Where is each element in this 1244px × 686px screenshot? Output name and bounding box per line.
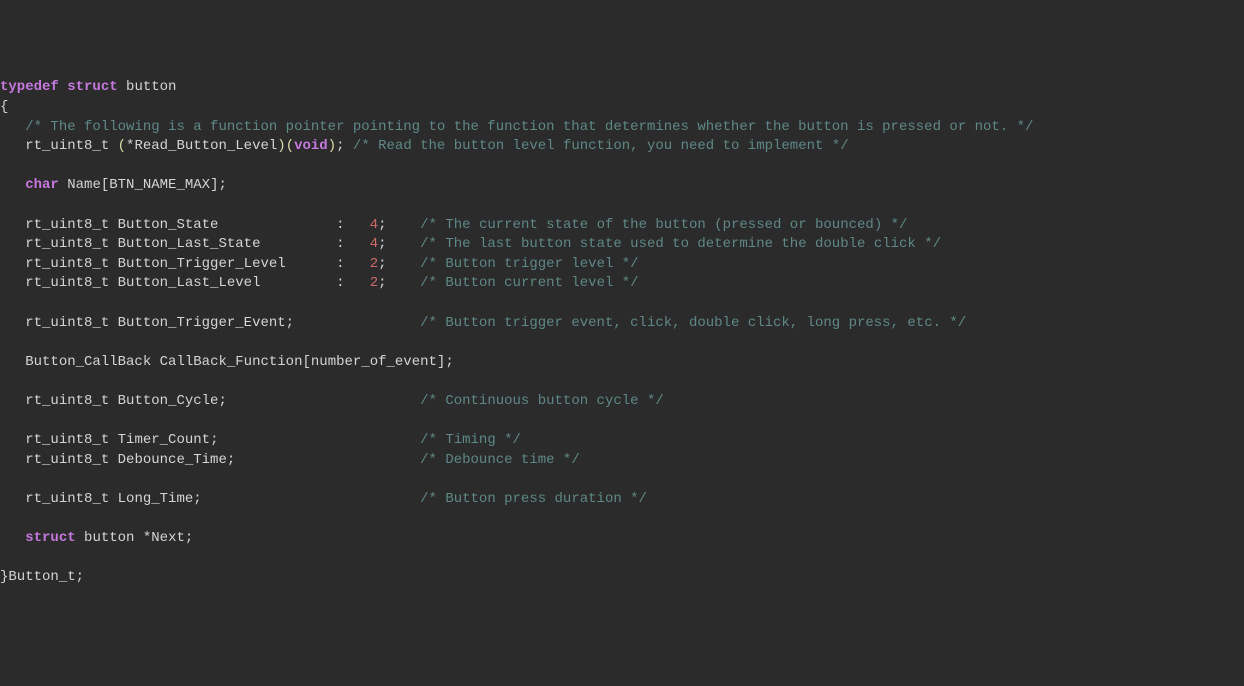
type: rt_uint8_t — [25, 315, 109, 331]
semicolon: ; — [378, 236, 386, 252]
code-editor[interactable]: typedef struct button { /* The following… — [0, 78, 1244, 587]
code-line-11: rt_uint8_t Button_Last_Level : 2; /* But… — [0, 275, 639, 291]
code-line-4: rt_uint8_t (*Read_Button_Level)(void); /… — [0, 138, 849, 154]
number: 4 — [370, 236, 378, 252]
var-name: Timer_Count — [118, 432, 210, 448]
code-line-22: rt_uint8_t Long_Time; /* Button press du… — [0, 491, 647, 507]
keyword-struct: struct — [67, 79, 117, 95]
semicolon: ; — [336, 138, 344, 154]
brace-open: { — [0, 99, 8, 115]
type: rt_uint8_t — [25, 491, 109, 507]
code-line-13: rt_uint8_t Button_Trigger_Event; /* Butt… — [0, 315, 966, 331]
paren: ( — [118, 138, 126, 154]
var-name: Next — [151, 530, 185, 546]
type: rt_uint8_t — [25, 432, 109, 448]
type: rt_uint8_t — [25, 275, 109, 291]
comment: /* The last button state used to determi… — [420, 236, 941, 252]
code-line-17: rt_uint8_t Button_Cycle; /* Continuous b… — [0, 393, 664, 409]
colon: : — [336, 256, 344, 272]
code-line-8: rt_uint8_t Button_State : 4; /* The curr… — [0, 217, 907, 233]
code-line-24: struct button *Next; — [0, 530, 193, 546]
bracket: [ — [101, 177, 109, 193]
code-line-9: rt_uint8_t Button_Last_State : 4; /* The… — [0, 236, 941, 252]
code-line-15: Button_CallBack CallBack_Function[number… — [0, 354, 454, 370]
code-line-1: typedef struct button — [0, 79, 176, 95]
code-line-20: rt_uint8_t Debounce_Time; /* Debounce ti… — [0, 452, 580, 468]
code-line-10: rt_uint8_t Button_Trigger_Level : 2; /* … — [0, 256, 639, 272]
comment: /* Button trigger level */ — [420, 256, 638, 272]
colon: : — [336, 236, 344, 252]
semicolon: ; — [193, 491, 201, 507]
var-name: Button_Trigger_Event — [118, 315, 286, 331]
type: button — [84, 530, 134, 546]
type: rt_uint8_t — [25, 393, 109, 409]
var-name: Button_Last_State — [118, 236, 261, 252]
func-pointer-name: Read_Button_Level — [134, 138, 277, 154]
keyword-char: char — [25, 177, 59, 193]
type: rt_uint8_t — [25, 236, 109, 252]
bracket: [ — [302, 354, 310, 370]
macro: number_of_event — [311, 354, 437, 370]
var-name: CallBack_Function — [160, 354, 303, 370]
comment: /* Button press duration */ — [420, 491, 647, 507]
var-name: Button_Last_Level — [118, 275, 261, 291]
struct-name: button — [126, 79, 176, 95]
var-name: Button_Trigger_Level — [118, 256, 286, 272]
code-line-3: /* The following is a function pointer p… — [0, 119, 1033, 135]
code-line-19: rt_uint8_t Timer_Count; /* Timing */ — [0, 432, 521, 448]
keyword-void: void — [294, 138, 328, 154]
paren: ) — [328, 138, 336, 154]
code-line-26: }Button_t; — [0, 569, 84, 585]
semicolon: ; — [210, 432, 218, 448]
number: 2 — [370, 256, 378, 272]
semicolon: ; — [378, 217, 386, 233]
comment: /* Timing */ — [420, 432, 521, 448]
semicolon: ; — [445, 354, 453, 370]
keyword-struct: struct — [25, 530, 75, 546]
type: rt_uint8_t — [25, 452, 109, 468]
semicolon: ; — [185, 530, 193, 546]
comment: /* Button trigger event, click, double c… — [420, 315, 966, 331]
comment: /* Button current level */ — [420, 275, 638, 291]
colon: : — [336, 217, 344, 233]
comment: /* Continuous button cycle */ — [420, 393, 664, 409]
type: rt_uint8_t — [25, 217, 109, 233]
type: rt_uint8_t — [25, 138, 109, 154]
paren: ) — [277, 138, 285, 154]
semicolon: ; — [227, 452, 235, 468]
var-name: Long_Time — [118, 491, 194, 507]
type: rt_uint8_t — [25, 256, 109, 272]
number: 4 — [370, 217, 378, 233]
macro: BTN_NAME_MAX — [109, 177, 210, 193]
code-line-2: { — [0, 99, 8, 115]
semicolon: ; — [378, 275, 386, 291]
var-name: Debounce_Time — [118, 452, 227, 468]
comment: /* Debounce time */ — [420, 452, 580, 468]
comment: /* Read the button level function, you n… — [353, 138, 849, 154]
semicolon: ; — [286, 315, 294, 331]
code-line-6: char Name[BTN_NAME_MAX]; — [0, 177, 227, 193]
semicolon: ; — [218, 393, 226, 409]
var-name: Name — [67, 177, 101, 193]
var-name: Button_Cycle — [118, 393, 219, 409]
keyword-typedef: typedef — [0, 79, 59, 95]
var-name: Button_State — [118, 217, 219, 233]
typedef-name: Button_t — [8, 569, 75, 585]
number: 2 — [370, 275, 378, 291]
semicolon: ; — [76, 569, 84, 585]
semicolon: ; — [378, 256, 386, 272]
paren: ( — [286, 138, 294, 154]
colon: : — [336, 275, 344, 291]
semicolon: ; — [218, 177, 226, 193]
comment: /* The following is a function pointer p… — [25, 119, 1033, 135]
comment: /* The current state of the button (pres… — [420, 217, 907, 233]
type: Button_CallBack — [25, 354, 151, 370]
